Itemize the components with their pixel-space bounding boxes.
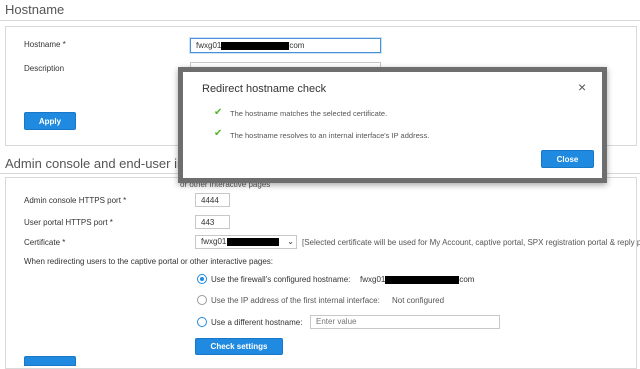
certificate-value-prefix: fwxg01 <box>201 237 227 246</box>
option-configured-hostname-value: fwxg01 com <box>360 275 474 284</box>
option-internal-ip-value: Not configured <box>392 296 445 305</box>
redirect-text: When redirecting users to the captive po… <box>24 257 274 266</box>
chevron-down-icon: ⌄ <box>287 237 294 246</box>
option-configured-hostname-label: Use the firewall's configured hostname: <box>211 275 351 284</box>
close-button[interactable]: Close <box>541 150 594 168</box>
different-hostname-input[interactable] <box>310 315 500 329</box>
certificate-select[interactable]: fwxg01 ⌄ <box>195 235 297 249</box>
certificate-note: [Selected certificate will be used for M… <box>302 238 640 247</box>
close-icon[interactable]: × <box>578 80 586 94</box>
modal-message: The hostname matches the selected certif… <box>230 109 388 118</box>
modal-message: The hostname resolves to an internal int… <box>230 131 430 140</box>
radio-indicator[interactable] <box>197 274 207 284</box>
apply-button[interactable]: Apply <box>24 112 76 130</box>
description-label: Description <box>24 64 65 73</box>
hostname-value-prefix: fwxg01 <box>360 275 386 284</box>
admin-port-input[interactable]: 4444 <box>195 193 230 207</box>
hostname-label: Hostname * <box>24 40 66 49</box>
redacted-block <box>227 238 280 246</box>
admin-panel <box>5 177 637 369</box>
redacted-block <box>221 41 290 50</box>
hostname-value-suffix: com <box>289 41 305 50</box>
certificate-label: Certificate * <box>24 238 66 247</box>
hostname-value-prefix: fwxg01 <box>196 41 222 50</box>
hostname-section-title: Hostname <box>5 2 65 17</box>
user-port-input[interactable]: 443 <box>195 215 230 229</box>
apply-button-partial[interactable] <box>24 356 76 366</box>
user-port-label: User portal HTTPS port * <box>24 218 113 227</box>
radio-internal-ip[interactable] <box>197 295 207 305</box>
modal-title: Redirect hostname check <box>202 83 327 95</box>
hostname-value-suffix: com <box>459 275 475 284</box>
radio-different-hostname[interactable] <box>197 317 207 327</box>
check-icon: ✔ <box>214 128 223 139</box>
section-divider <box>0 20 640 21</box>
hostname-input[interactable]: fwxg01 com <box>190 38 381 53</box>
radio-indicator[interactable] <box>197 317 207 327</box>
admin-port-label: Admin console HTTPS port * <box>24 196 127 205</box>
radio-configured-hostname[interactable] <box>197 274 207 284</box>
check-settings-button[interactable]: Check settings <box>195 338 283 355</box>
option-different-hostname-label: Use a different hostname: <box>211 318 303 327</box>
redacted-block <box>385 275 460 284</box>
option-internal-ip-label: Use the IP address of the first internal… <box>211 296 380 305</box>
radio-indicator[interactable] <box>197 295 207 305</box>
check-icon: ✔ <box>214 107 223 118</box>
redirect-check-dialog: Redirect hostname check × ✔ The hostname… <box>183 72 602 178</box>
